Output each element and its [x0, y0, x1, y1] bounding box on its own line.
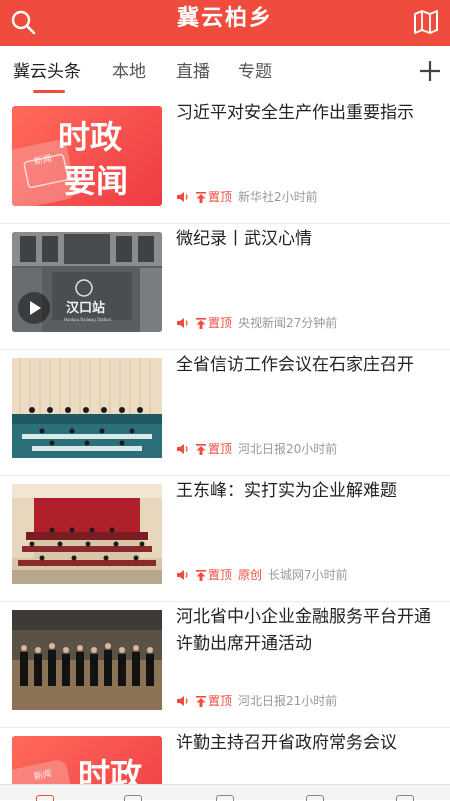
politics-card-graphic: 新闻 时政 要闻 [12, 118, 128, 206]
news-thumbnail [12, 610, 162, 710]
pinned-badge: 置顶 [196, 189, 232, 205]
news-meta: 置顶 河北日报21小时前 [176, 693, 337, 709]
news-title: 微纪录丨武汉心情 [176, 229, 312, 249]
meeting-hall-photo [12, 484, 162, 584]
app-header: 冀云柏乡 [0, 0, 450, 46]
original-badge: 原创 [238, 568, 263, 582]
news-source-time: 央视新闻27分钟前 [238, 316, 338, 330]
pin-icon [196, 695, 206, 707]
news-title: 王东峰：实打实为企业解难题 [176, 481, 397, 501]
news-source-time: 河北日报21小时前 [238, 694, 338, 708]
speaker-icon[interactable] [176, 694, 190, 708]
service-tab-icon[interactable] [306, 795, 324, 801]
news-source-time: 河北日报20小时前 [238, 442, 338, 456]
tab-live[interactable]: 直播 [176, 60, 210, 84]
news-thumbnail [12, 358, 162, 458]
home-tab-icon[interactable] [36, 795, 54, 801]
svg-text:时政: 时政 [58, 118, 122, 156]
map-icon[interactable] [412, 8, 440, 36]
news-list: 新闻 时政 要闻 习近平对安全生产作出重要指示 置顶 新华社2小时前 汉口站 H… [0, 98, 450, 788]
news-thumbnail: 汉口站 Hankou Railway Station [12, 232, 162, 332]
news-source-time: 长城网7小时前 [268, 568, 348, 582]
pinned-badge: 置顶 [196, 693, 232, 709]
news-title: 许勤主持召开省政府常务会议 [176, 733, 397, 753]
tab-special[interactable]: 专题 [238, 60, 272, 84]
speaker-icon[interactable] [176, 568, 190, 582]
add-channel-icon[interactable] [418, 59, 442, 83]
news-meta: 置顶 原创 长城网7小时前 [176, 567, 348, 583]
politics-card-graphic: 新闻 时政 [12, 756, 142, 788]
station-photo: 汉口站 Hankou Railway Station [12, 232, 162, 332]
launch-event-photo [12, 610, 162, 710]
news-item[interactable]: 河北省中小企业金融服务平台开通 许勤出席开通活动 置顶 河北日报21小时前 [0, 602, 450, 728]
news-title: 全省信访工作会议在石家庄召开 [176, 355, 414, 375]
news-item[interactable]: 汉口站 Hankou Railway Station 微纪录丨武汉心情 置顶 央… [0, 224, 450, 350]
news-title: 河北省中小企业金融服务平台开通 许勤出席开通活动 [176, 607, 431, 654]
app-title: 冀云柏乡 [176, 6, 273, 31]
news-title: 习近平对安全生产作出重要指示 [176, 103, 414, 123]
bottom-tab-bar [0, 784, 450, 801]
svg-text:Hankou Railway Station: Hankou Railway Station [64, 317, 112, 322]
active-tab-indicator [33, 90, 65, 93]
news-source-time: 新华社2小时前 [238, 190, 318, 204]
news-thumbnail: 新闻 时政 要闻 [12, 106, 162, 206]
news-meta: 置顶 新华社2小时前 [176, 189, 318, 205]
speaker-icon[interactable] [176, 316, 190, 330]
discover-tab-icon[interactable] [216, 795, 234, 801]
news-meta: 置顶 央视新闻27分钟前 [176, 315, 337, 331]
news-thumbnail: 新闻 时政 [12, 736, 162, 788]
channel-tabs: 冀云头条 本地 直播 专题 [0, 46, 450, 98]
tab-headlines[interactable]: 冀云头条 [13, 60, 81, 84]
conference-photo [12, 358, 162, 458]
svg-text:汉口站: 汉口站 [66, 300, 105, 316]
pinned-badge: 置顶 [196, 315, 232, 331]
video-tab-icon[interactable] [124, 795, 142, 801]
pinned-badge: 置顶 [196, 441, 232, 457]
news-item[interactable]: 全省信访工作会议在石家庄召开 置顶 河北日报20小时前 [0, 350, 450, 476]
news-thumbnail [12, 484, 162, 584]
news-item[interactable]: 新闻 时政 许勤主持召开省政府常务会议 [0, 728, 450, 788]
pin-icon [196, 191, 206, 203]
svg-text:要闻: 要闻 [64, 162, 128, 200]
pin-icon [196, 569, 206, 581]
pin-icon [196, 443, 206, 455]
pin-icon [196, 317, 206, 329]
speaker-icon[interactable] [176, 442, 190, 456]
pinned-badge: 置顶 [196, 567, 232, 583]
speaker-icon[interactable] [176, 190, 190, 204]
news-meta: 置顶 河北日报20小时前 [176, 441, 337, 457]
news-item[interactable]: 王东峰：实打实为企业解难题 置顶 原创 长城网7小时前 [0, 476, 450, 602]
news-item[interactable]: 新闻 时政 要闻 习近平对安全生产作出重要指示 置顶 新华社2小时前 [0, 98, 450, 224]
profile-tab-icon[interactable] [396, 795, 414, 801]
tab-local[interactable]: 本地 [112, 60, 146, 84]
